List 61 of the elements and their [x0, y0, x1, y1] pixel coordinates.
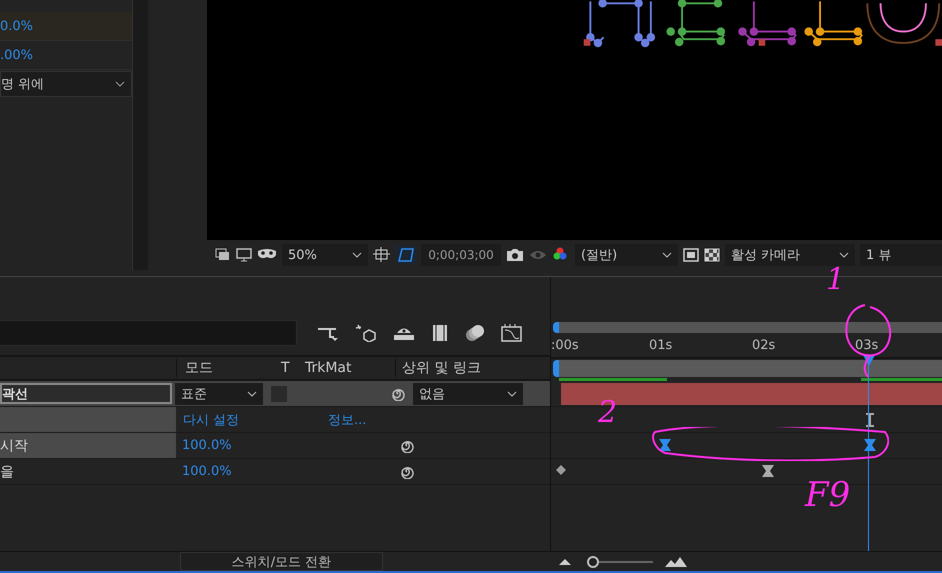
chevron-icon	[839, 252, 849, 258]
grid-icon[interactable]	[373, 247, 391, 263]
handwritten-label: 2	[598, 398, 618, 428]
spiral-icon[interactable]	[400, 464, 414, 478]
mountains-icon[interactable]	[665, 556, 687, 566]
checkerboard-icon[interactable]	[704, 248, 720, 262]
playhead-handle[interactable]	[863, 355, 876, 366]
camera-dropdown[interactable]: 활성 카메라	[725, 244, 855, 266]
chevron-icon	[507, 390, 517, 396]
region-icon[interactable]	[215, 248, 231, 262]
property-value[interactable]: .00%	[0, 48, 34, 62]
keyframe-icon[interactable]	[865, 413, 876, 427]
property-name[interactable]: 시작	[0, 433, 176, 458]
zoom-dropdown[interactable]: 50%	[282, 244, 368, 266]
about-link[interactable]: 정보...	[328, 410, 366, 428]
monitor-icon[interactable]	[236, 248, 252, 262]
column-header: 모드	[176, 359, 281, 377]
film-frames-icon[interactable]	[431, 324, 449, 342]
camera-icon[interactable]	[506, 248, 524, 262]
track-matte-box[interactable]	[271, 386, 287, 402]
mask-path-icon[interactable]	[396, 246, 416, 264]
time-label: 03s	[855, 338, 878, 353]
property-value[interactable]: 0.0%	[0, 18, 34, 34]
blend-dropdown[interactable]: 명 위에	[0, 71, 132, 97]
timecode-field[interactable]: 0;00;03;00	[421, 244, 501, 266]
column-header: T	[281, 360, 291, 376]
parent-dropdown[interactable]: 없음	[413, 382, 523, 404]
column-header: TrkMat	[305, 360, 353, 376]
zoom-slider[interactable]	[587, 556, 653, 568]
keyframe-icon[interactable]	[762, 465, 774, 477]
mountain-small-icon[interactable]	[559, 558, 571, 564]
handwritten-label: F9	[805, 478, 850, 512]
graph-editor-icon[interactable]	[501, 324, 523, 342]
flowchart-icon[interactable]	[317, 325, 339, 341]
handwritten-label: 1	[826, 265, 846, 295]
stacked-circles-icon[interactable]	[465, 324, 485, 342]
layer-row[interactable]: 곽선 표준 없음	[0, 381, 550, 407]
resolution-dropdown[interactable]: (절반)	[575, 244, 678, 266]
time-label: 02s	[752, 338, 776, 353]
chevron-icon	[115, 81, 125, 87]
spiral-icon[interactable]	[400, 438, 414, 452]
time-label: :00s	[551, 338, 579, 353]
keyframe-icon[interactable]	[556, 465, 566, 475]
chevron-icon	[662, 252, 672, 258]
property-name[interactable]: 을	[0, 459, 176, 484]
time-label: 01s	[649, 338, 672, 353]
property-value[interactable]: 100.0%	[182, 464, 400, 479]
column-header: 상위 및 링크	[395, 359, 481, 377]
layer-name-field[interactable]: 곽선	[0, 383, 172, 404]
spiral-icon[interactable]	[391, 386, 405, 400]
keyframe-icon[interactable]	[658, 439, 671, 451]
switch-mode-button[interactable]: 스위치/모드 전환	[180, 552, 383, 571]
mode-dropdown[interactable]: 표준	[175, 382, 263, 404]
chevron-icon	[352, 252, 362, 258]
views-dropdown[interactable]: 1 뷰	[860, 244, 942, 266]
reset-link[interactable]: 다시 설정	[183, 410, 240, 428]
square-icon[interactable]	[683, 248, 699, 262]
cube-sparkle-icon[interactable]	[355, 324, 377, 342]
chevron-icon	[247, 390, 257, 396]
property-value[interactable]: 100.0%	[182, 438, 400, 453]
keyframe-icon[interactable]	[864, 439, 876, 451]
